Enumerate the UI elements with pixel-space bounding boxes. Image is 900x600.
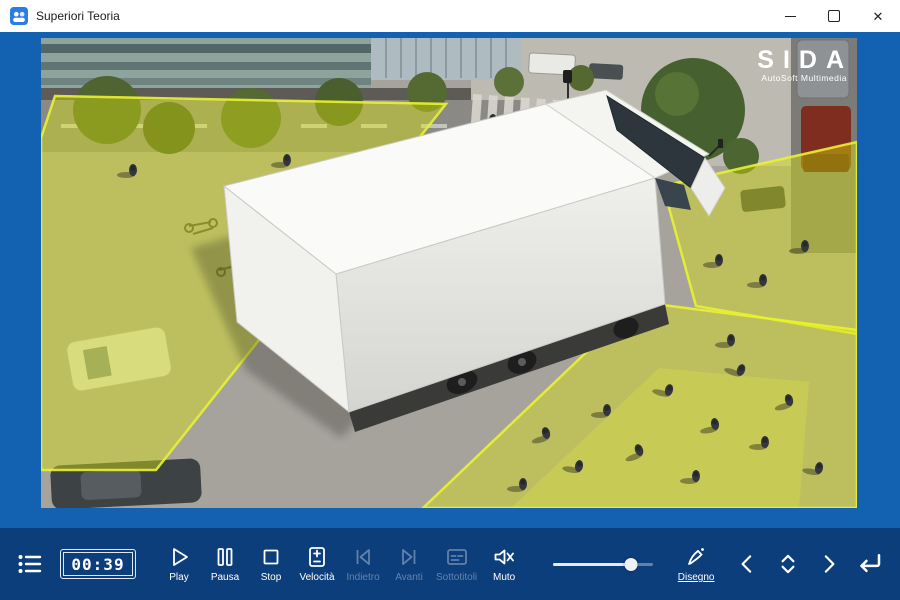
titlebar: Superiori Teoria ✕ <box>0 0 900 32</box>
app-icon <box>10 7 28 25</box>
volume-track[interactable] <box>553 563 653 566</box>
stop-button[interactable]: Stop <box>249 545 293 583</box>
draw-button[interactable]: Disegno <box>674 545 718 583</box>
skip-forward-icon <box>397 545 421 569</box>
timer-value: 00:39 <box>71 555 124 574</box>
minimize-icon <box>785 16 796 17</box>
next-chapter-button[interactable] <box>815 551 841 577</box>
playlist-menu-button[interactable] <box>16 551 42 577</box>
close-icon: ✕ <box>873 10 884 23</box>
video-player[interactable]: SIDA AutoSoft Multimedia <box>41 38 857 508</box>
return-arrow-icon <box>854 549 884 579</box>
volume-slider[interactable] <box>553 557 653 571</box>
minimize-button[interactable] <box>768 0 812 32</box>
scene-illustration: SIDA AutoSoft Multimedia <box>41 38 857 508</box>
maximize-button[interactable] <box>812 0 856 32</box>
return-button[interactable] <box>854 549 884 579</box>
stop-icon <box>259 545 283 569</box>
playback-toolbar: 00:39 Play Pausa Stop Velocità <box>0 528 900 600</box>
video-logo-title: SIDA <box>757 46 853 74</box>
maximize-icon <box>828 10 840 22</box>
chevrons-up-down-icon <box>775 551 801 577</box>
video-logo-subtitle: AutoSoft Multimedia <box>761 73 847 83</box>
playlist-menu-icon <box>16 551 42 577</box>
mute-button[interactable]: Muto <box>482 545 526 583</box>
subtitles-icon <box>445 545 469 569</box>
app-frame: SIDA AutoSoft Multimedia <box>0 32 900 528</box>
volume-thumb[interactable] <box>625 558 638 571</box>
pause-icon <box>213 545 237 569</box>
play-icon <box>167 545 191 569</box>
subtitles-button: Sottotitoli <box>433 545 480 583</box>
skip-back-icon <box>351 545 375 569</box>
pause-button[interactable]: Pausa <box>203 545 247 583</box>
play-button[interactable]: Play <box>157 545 201 583</box>
prev-chapter-button[interactable] <box>735 551 761 577</box>
speed-button[interactable]: Velocità <box>295 545 339 583</box>
mute-icon <box>492 545 516 569</box>
chevron-right-icon <box>815 551 841 577</box>
skip-forward-button: Avanti <box>387 545 431 583</box>
speed-icon <box>305 545 329 569</box>
skip-back-button: Indietro <box>341 545 385 583</box>
volume-fill <box>553 563 631 566</box>
expand-collapse-button[interactable] <box>775 551 801 577</box>
close-button[interactable]: ✕ <box>856 0 900 32</box>
timer-display: 00:39 <box>60 549 136 579</box>
window-title: Superiori Teoria <box>36 9 120 23</box>
draw-pen-icon <box>684 545 708 569</box>
chevron-left-icon <box>735 551 761 577</box>
